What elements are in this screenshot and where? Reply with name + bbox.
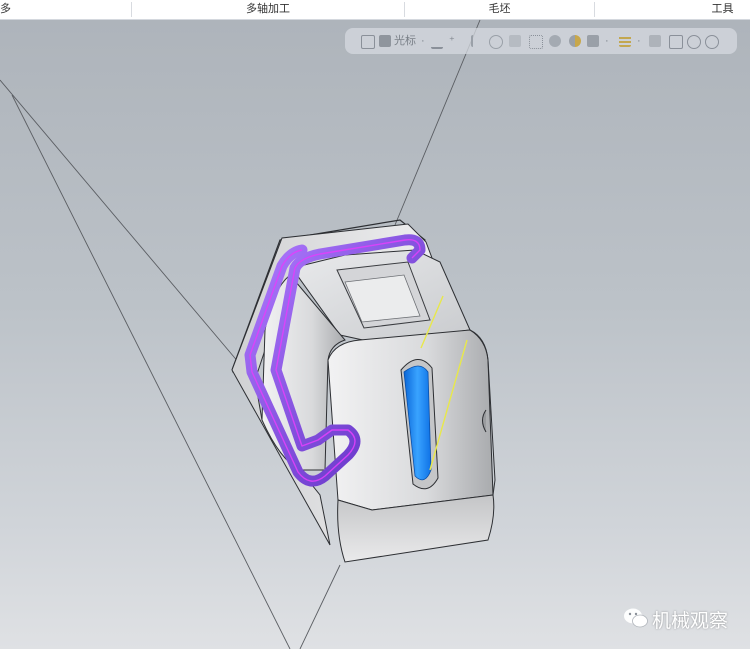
wechat-icon [624,608,648,628]
watermark-text: 机械观察 [652,611,729,632]
section-icon[interactable] [569,35,581,47]
shade-icon[interactable] [509,35,521,47]
render-icon[interactable] [549,35,561,47]
add-icon[interactable]: ⁺ [449,33,455,49]
layer-icon[interactable] [587,35,599,47]
undo-icon[interactable] [705,35,719,49]
coordinate-icon[interactable] [431,35,443,49]
redo-icon[interactable] [687,35,701,49]
view-icon[interactable] [649,35,661,47]
transform-icon[interactable] [669,35,683,49]
machined-part[interactable] [231,223,496,563]
cursor-label[interactable]: 光标 [394,33,416,49]
toolbar-separator: · [605,35,609,47]
grid-icon[interactable] [619,35,631,47]
part-view-icon[interactable] [379,35,391,47]
toolbar-separator: · [637,35,641,47]
toolbar-separator: · [421,35,425,47]
cursor-icon[interactable] [471,35,485,47]
floating-view-toolbar: 光标 · ⁺ · · [345,28,737,54]
cad-scene[interactable] [0,0,750,649]
rotate-icon[interactable] [489,35,503,49]
save-icon[interactable] [361,35,375,49]
wireframe-icon[interactable] [529,35,543,49]
